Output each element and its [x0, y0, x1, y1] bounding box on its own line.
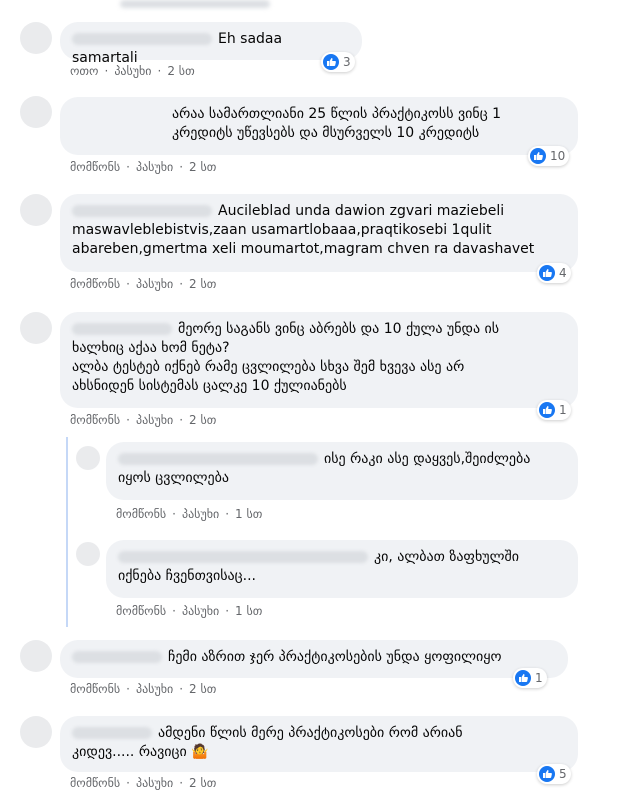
- separator: ·: [179, 776, 184, 790]
- reaction-count-label: 4: [559, 266, 567, 280]
- avatar[interactable]: [20, 194, 52, 226]
- timestamp[interactable]: 2 სთ: [189, 413, 216, 427]
- comment-actions: მომწონს · პასუხი · 2 სთ: [70, 160, 216, 174]
- reply-link[interactable]: პასუხი: [136, 776, 173, 790]
- comment-actions: მომწონს · პასუხი · 2 სთ: [70, 413, 216, 427]
- reply-bubble: კი, ალბათ ზაფხულში იქნება ჩვენთვისაც...: [106, 540, 578, 598]
- comment-text: არაა სამართლიანი 25 წლის პრაქტიკოსს ვინც…: [172, 106, 502, 141]
- reply-link[interactable]: პასუხი: [182, 507, 219, 521]
- like-link[interactable]: მომწონს: [70, 413, 120, 427]
- separator: ·: [179, 277, 184, 291]
- separator: ·: [179, 413, 184, 427]
- reaction-count-label: 1: [535, 671, 543, 685]
- reaction-count[interactable]: 3: [321, 52, 355, 72]
- comment-text: ჩემი აზრით ჯერ პრაქტიკოსების უნდა ყოფილი…: [168, 649, 502, 665]
- like-icon: [530, 148, 546, 164]
- timestamp[interactable]: 2 სთ: [189, 160, 216, 174]
- comment-actions: ოთო · პასუხი · 2 სთ: [70, 64, 195, 78]
- like-link[interactable]: მომწონს: [70, 277, 120, 291]
- separator: ·: [172, 507, 176, 521]
- avatar[interactable]: [20, 716, 52, 748]
- comment-bubble: Eh sadaa samartali: [60, 22, 362, 66]
- reply-link[interactable]: პასუხი: [114, 64, 151, 78]
- reply-link[interactable]: პასუხი: [136, 682, 173, 696]
- reaction-count-label: 3: [343, 55, 351, 69]
- comment-bubble: მეორე საგანს ვინც აბრებს და 10 ქულა უნდა…: [60, 312, 578, 408]
- timestamp[interactable]: 1 სთ: [235, 604, 262, 618]
- timestamp[interactable]: 2 სთ: [189, 277, 216, 291]
- comment-bubble: არაა სამართლიანი 25 წლის პრაქტიკოსს ვინც…: [60, 97, 578, 155]
- separator: ·: [126, 160, 130, 174]
- separator: ·: [126, 776, 130, 790]
- like-link[interactable]: მომწონს: [116, 604, 166, 618]
- like-link[interactable]: ოთო: [70, 64, 98, 78]
- separator: ·: [126, 413, 130, 427]
- comment-actions: მომწონს · პასუხი · 2 სთ: [70, 682, 216, 696]
- separator: ·: [126, 682, 130, 696]
- reply-actions: მომწონს · პასუხი · 1 სთ: [116, 604, 262, 618]
- comment-bubble: Aucileblad unda dawion zgvari maziebeli …: [60, 194, 578, 272]
- like-icon: [539, 265, 555, 281]
- reaction-count-label: 5: [559, 767, 567, 781]
- reply-actions: მომწონს · პასუხი · 1 სთ: [116, 507, 262, 521]
- timestamp[interactable]: 1 სთ: [235, 507, 262, 521]
- reaction-count[interactable]: 1: [513, 668, 547, 688]
- separator: ·: [225, 604, 230, 618]
- like-icon: [539, 402, 555, 418]
- avatar[interactable]: [76, 446, 100, 470]
- timestamp[interactable]: 2 სთ: [167, 64, 194, 78]
- timestamp[interactable]: 2 სთ: [189, 682, 216, 696]
- timestamp[interactable]: 2 სთ: [189, 776, 216, 790]
- reaction-count-label: 1: [559, 403, 567, 417]
- reply-thread-line: [66, 437, 68, 627]
- avatar[interactable]: [20, 96, 52, 128]
- separator: ·: [126, 277, 130, 291]
- separator: ·: [179, 160, 184, 174]
- avatar[interactable]: [20, 312, 52, 344]
- like-link[interactable]: მომწონს: [70, 682, 120, 696]
- like-icon: [515, 670, 531, 686]
- avatar[interactable]: [20, 640, 52, 672]
- like-link[interactable]: მომწონს: [116, 507, 166, 521]
- separator: ·: [104, 64, 109, 78]
- reaction-count[interactable]: 5: [537, 764, 571, 784]
- comment-bubble: ჩემი აზრით ჯერ პრაქტიკოსების უნდა ყოფილი…: [60, 640, 568, 678]
- like-icon: [539, 766, 555, 782]
- blurred-header-remnant: [120, 0, 270, 8]
- avatar[interactable]: [76, 542, 100, 566]
- separator: ·: [157, 64, 162, 78]
- separator: ·: [225, 507, 230, 521]
- like-icon: [323, 54, 339, 70]
- like-link[interactable]: მომწონს: [70, 776, 120, 790]
- reply-link[interactable]: პასუხი: [136, 413, 173, 427]
- reaction-count-label: 10: [550, 149, 566, 163]
- reply-link[interactable]: პასუხი: [136, 160, 173, 174]
- reaction-count[interactable]: 10: [528, 146, 570, 166]
- reply-bubble: ისე რაკი ასე დაყვეს,შეიძლება იყოს ცვლილე…: [106, 442, 578, 500]
- comment-actions: მომწონს · პასუხი · 2 სთ: [70, 776, 216, 790]
- avatar[interactable]: [20, 22, 52, 54]
- reply-link[interactable]: პასუხი: [182, 604, 219, 618]
- like-link[interactable]: მომწონს: [70, 160, 120, 174]
- reaction-count[interactable]: 1: [537, 400, 571, 420]
- separator: ·: [172, 604, 176, 618]
- comment-actions: მომწონს · პასუხი · 2 სთ: [70, 277, 216, 291]
- comment-bubble: ამდენი წლის მერე პრაქტიკოსები რომ არიან …: [60, 716, 578, 772]
- reaction-count[interactable]: 4: [537, 263, 571, 283]
- separator: ·: [179, 682, 184, 696]
- reply-link[interactable]: პასუხი: [136, 277, 173, 291]
